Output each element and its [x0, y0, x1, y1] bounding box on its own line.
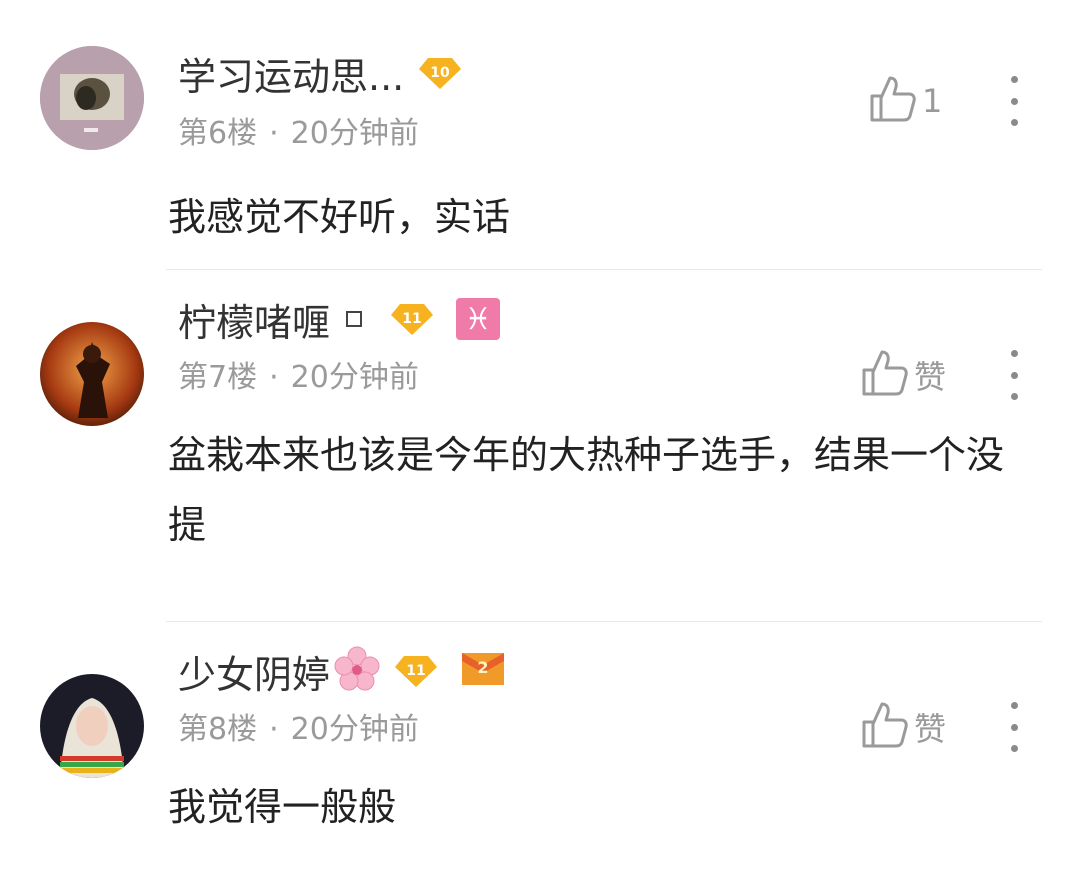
like-button[interactable]: 赞 — [860, 700, 946, 754]
svg-text:11: 11 — [402, 311, 421, 327]
svg-text:2: 2 — [477, 658, 488, 677]
timestamp: 20分钟前 — [290, 116, 419, 151]
name-row: 柠檬啫喱 11 ♓ — [178, 292, 501, 347]
level-badge-icon: 11 — [390, 302, 434, 336]
like-button[interactable]: 1 — [868, 74, 942, 128]
timestamp: 20分钟前 — [290, 712, 419, 747]
level-badge-icon: 10 — [418, 56, 462, 90]
timestamp: 20分钟前 — [290, 360, 419, 395]
separator: · — [269, 360, 279, 395]
comment-item: 学习运动思... 10 第6楼 · 20分钟前 1 我感觉不好听，实话 — [0, 0, 1080, 270]
comment-meta: 第8楼 · 20分钟前 — [178, 704, 419, 748]
thumbs-up-icon — [860, 700, 908, 754]
floor-number: 第6楼 — [178, 116, 258, 151]
thumbs-up-icon — [868, 74, 916, 128]
more-options-icon[interactable] — [1004, 76, 1024, 126]
username[interactable]: 学习运动思... — [178, 46, 404, 101]
separator: · — [269, 712, 279, 747]
like-label: 赞 — [914, 358, 947, 396]
square-tag-icon — [346, 311, 363, 327]
floor-number: 第7楼 — [178, 360, 258, 395]
username[interactable]: 柠檬啫喱 — [178, 292, 330, 347]
flower-icon — [332, 646, 382, 696]
like-button[interactable]: 赞 — [860, 348, 946, 402]
rank-badge-icon: 2 — [460, 651, 506, 691]
like-count: 1 — [922, 82, 943, 120]
thumbs-up-icon — [860, 348, 908, 402]
svg-text:10: 10 — [431, 65, 451, 81]
comment-text: 我觉得一般般 — [168, 785, 397, 829]
avatar[interactable] — [40, 322, 144, 426]
svg-text:11: 11 — [406, 663, 425, 679]
level-badge-icon: 11 — [394, 654, 438, 688]
comment-meta: 第6楼 · 20分钟前 — [178, 108, 419, 152]
pisces-icon: ♓ — [456, 298, 501, 340]
more-options-icon[interactable] — [1004, 350, 1024, 400]
comment-meta: 第7楼 · 20分钟前 — [178, 352, 419, 396]
comment-text: 盆栽本来也该是今年的大热种子选手，结果一个没提 — [168, 433, 1005, 547]
floor-number: 第8楼 — [178, 712, 258, 747]
comment-text: 我感觉不好听，实话 — [168, 195, 511, 239]
comment-item: 柠檬啫喱 11 ♓ 第7楼 · 20分钟前 赞 盆栽本来也该是今年的大热种子选手，结… — [0, 270, 1080, 622]
more-options-icon[interactable] — [1004, 702, 1024, 752]
name-row: 少女阴婷 11 2 — [178, 644, 506, 699]
avatar[interactable] — [40, 674, 144, 778]
separator: · — [269, 116, 279, 151]
comment-item: 少女阴婷 11 2 第8楼 · 20分钟前 赞 我觉得一般般 — [0, 622, 1080, 869]
avatar[interactable] — [40, 46, 144, 150]
name-row: 学习运动思... 10 — [178, 46, 462, 101]
username[interactable]: 少女阴婷 — [178, 644, 330, 699]
like-label: 赞 — [914, 710, 947, 748]
